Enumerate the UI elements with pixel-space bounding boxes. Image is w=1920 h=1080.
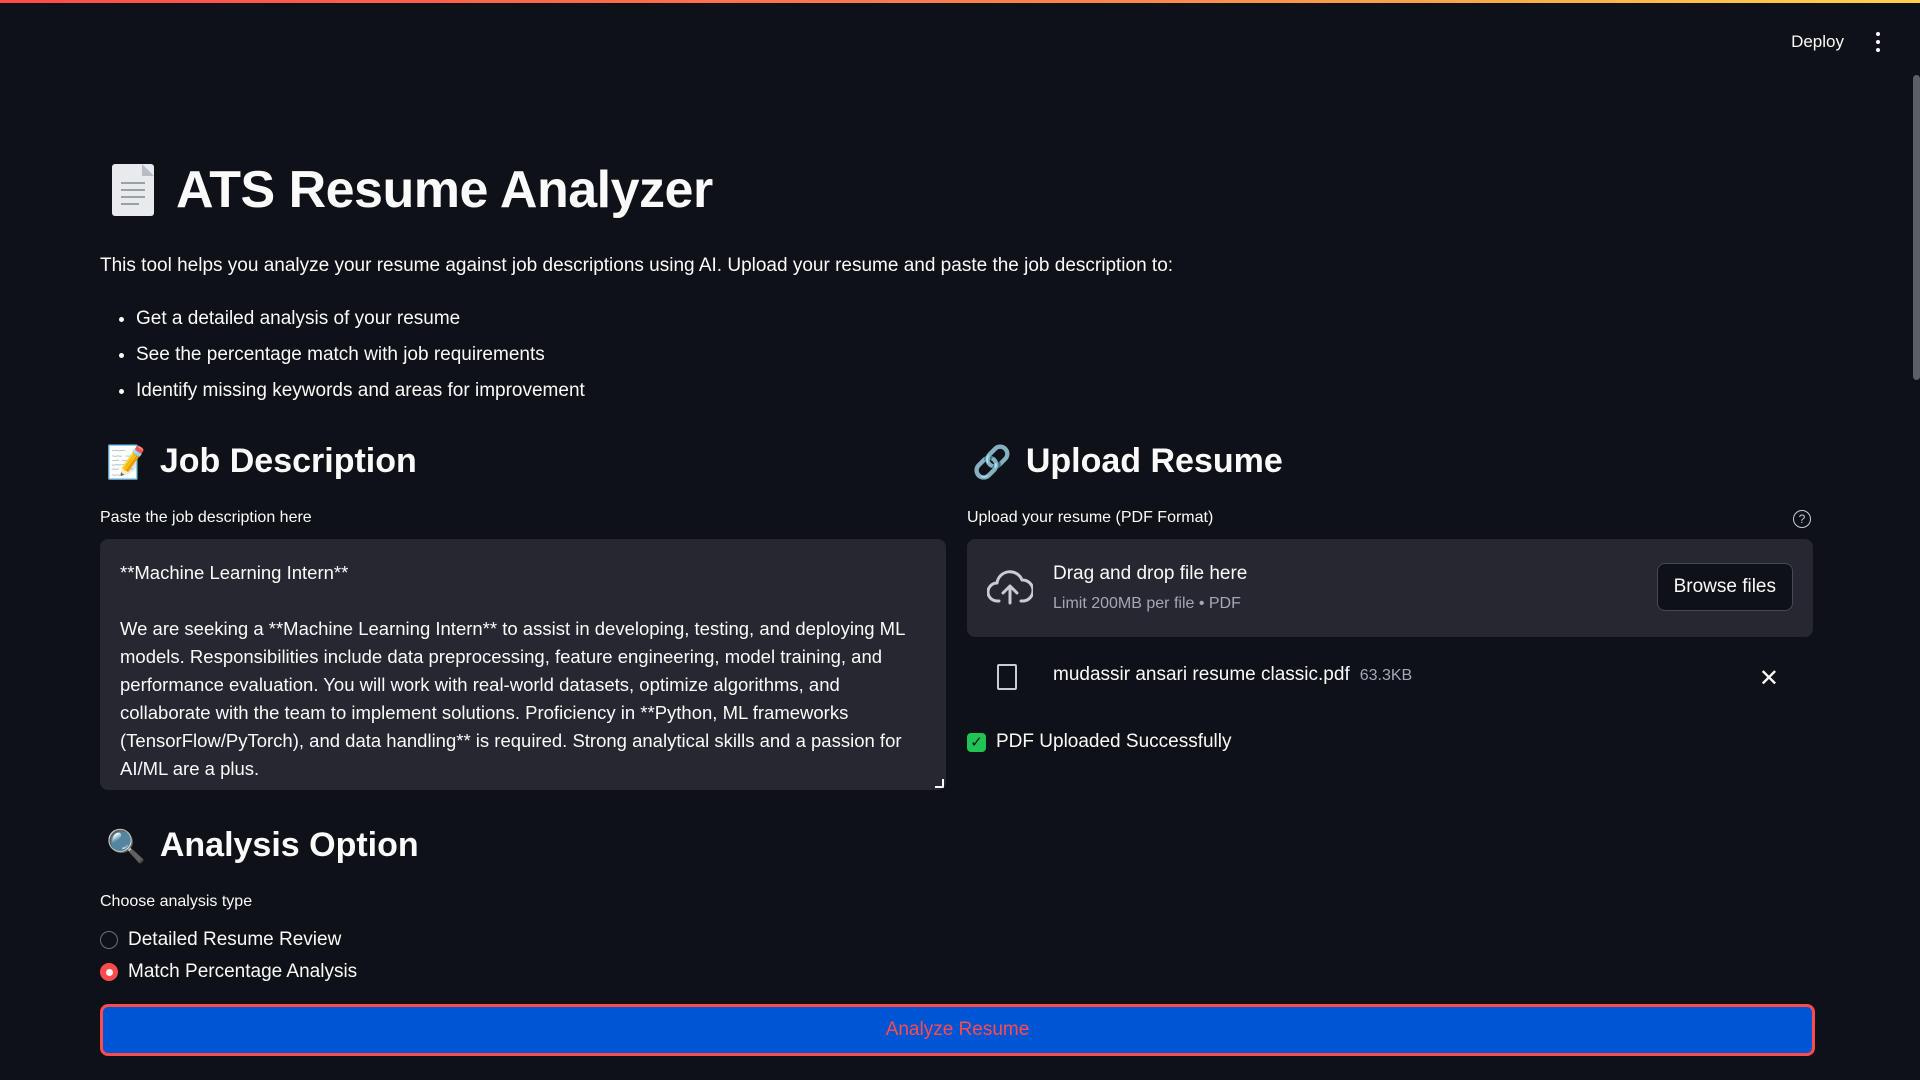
upload-resume-heading: 🔗 Upload Resume (972, 442, 1283, 481)
job-description-body: We are seeking a **Machine Learning Inte… (120, 618, 905, 779)
radio-label: Detailed Resume Review (128, 929, 342, 950)
checkmark-icon: ✓ (967, 732, 986, 752)
upload-label: Upload your resume (PDF Format) (967, 509, 1214, 526)
app-toolbar: Deploy (1791, 30, 1886, 54)
page-scrollbar[interactable] (1913, 75, 1920, 380)
dropzone-title: Drag and drop file here (1053, 563, 1248, 584)
cloud-upload-icon (987, 570, 1033, 605)
radio-label: Match Percentage Analysis (128, 961, 358, 982)
kebab-menu-icon[interactable] (1870, 30, 1886, 54)
file-icon (997, 664, 1017, 690)
resize-handle[interactable] (935, 779, 944, 788)
top-decoration-stripe (0, 0, 1920, 3)
job-description-heading: 📝 Job Description (106, 442, 417, 481)
close-icon[interactable]: ✕ (1759, 664, 1779, 693)
uploaded-file-info: mudassir ansari resume classic.pdf 63.3KB (1053, 664, 1412, 686)
analysis-type-label: Choose analysis type (100, 893, 253, 910)
analyze-resume-button[interactable]: Analyze Resume (100, 1004, 1815, 1056)
radio-button-selected[interactable] (100, 963, 118, 981)
document-icon (112, 164, 154, 216)
upload-resume-heading-text: Upload Resume (1025, 442, 1283, 480)
job-description-title-line: **Machine Learning Intern** (120, 562, 349, 583)
radio-detailed-review[interactable]: Detailed Resume Review (100, 929, 341, 951)
job-description-label: Paste the job description here (100, 509, 312, 526)
list-item: Get a detailed analysis of your resume (136, 304, 585, 340)
magnifier-icon: 🔍 (106, 827, 146, 864)
list-item: See the percentage match with job requir… (136, 340, 585, 376)
page-title-text: ATS Resume Analyzer (176, 161, 713, 219)
analysis-option-heading-text: Analysis Option (159, 826, 419, 864)
intro-text: This tool helps you analyze your resume … (100, 255, 1174, 276)
list-item: Identify missing keywords and areas for … (136, 376, 585, 412)
upload-success-checkbox[interactable]: ✓ PDF Uploaded Successfully (967, 731, 1232, 753)
job-description-heading-text: Job Description (159, 442, 417, 480)
help-icon[interactable]: ? (1793, 510, 1811, 528)
job-description-textarea[interactable]: **Machine Learning Intern** We are seeki… (100, 539, 946, 790)
link-icon: 🔗 (972, 443, 1012, 480)
browse-files-button[interactable]: Browse files (1656, 563, 1793, 611)
deploy-button[interactable]: Deploy (1791, 32, 1844, 52)
dropzone-subtitle: Limit 200MB per file • PDF (1053, 595, 1241, 612)
radio-match-percentage[interactable]: Match Percentage Analysis (100, 961, 357, 983)
page-title: ATS Resume Analyzer (112, 160, 713, 220)
uploaded-file-name: mudassir ansari resume classic.pdf (1053, 664, 1350, 685)
analysis-option-heading: 🔍 Analysis Option (106, 826, 419, 865)
memo-icon: 📝 (106, 443, 146, 480)
feature-list: Get a detailed analysis of your resume S… (100, 304, 585, 412)
uploaded-file-row: mudassir ansari resume classic.pdf 63.3KB… (967, 658, 1813, 698)
uploaded-file-size: 63.3KB (1359, 667, 1413, 684)
upload-success-label: PDF Uploaded Successfully (996, 731, 1232, 752)
file-dropzone[interactable]: Drag and drop file here Limit 200MB per … (967, 539, 1813, 637)
radio-button[interactable] (100, 931, 118, 949)
